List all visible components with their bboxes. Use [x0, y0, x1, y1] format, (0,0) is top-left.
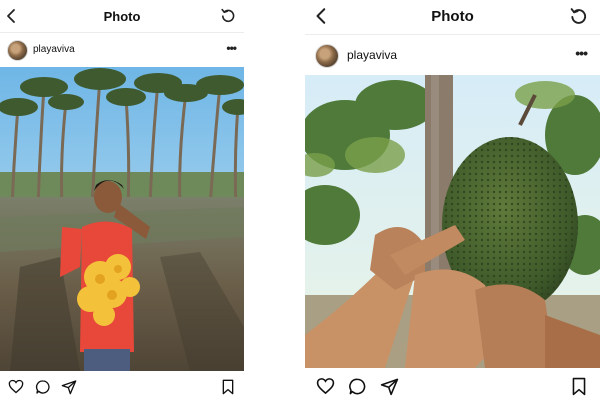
- post-panel-right: Photo playaviva •••: [305, 0, 600, 400]
- bookmark-icon[interactable]: [571, 377, 587, 396]
- post-action-bar: [0, 371, 244, 401]
- post-action-bar: [305, 368, 600, 401]
- post-photo[interactable]: [0, 67, 244, 371]
- screenshot-canvas: Photo playaviva ••• Photo playaviva •••: [0, 0, 600, 400]
- avatar[interactable]: [7, 40, 28, 61]
- comment-icon[interactable]: [35, 379, 51, 395]
- post-panel-left: Photo playaviva •••: [0, 0, 244, 400]
- post-author-row: playaviva •••: [0, 33, 244, 67]
- top-bar: Photo: [305, 0, 600, 35]
- page-title: Photo: [103, 9, 141, 24]
- heart-icon[interactable]: [8, 379, 24, 394]
- send-icon[interactable]: [380, 377, 399, 396]
- avatar[interactable]: [315, 44, 339, 68]
- refresh-icon[interactable]: [569, 6, 588, 25]
- heart-icon[interactable]: [316, 377, 335, 395]
- top-bar: Photo: [0, 0, 244, 33]
- send-icon[interactable]: [61, 379, 77, 395]
- page-title: Photo: [431, 8, 474, 25]
- comment-icon[interactable]: [348, 377, 367, 396]
- post-author-row: playaviva •••: [305, 35, 600, 75]
- username-link[interactable]: playaviva: [33, 44, 75, 55]
- bookmark-icon[interactable]: [221, 379, 235, 395]
- post-photo[interactable]: [305, 75, 600, 368]
- refresh-icon[interactable]: [220, 7, 236, 23]
- more-options-button[interactable]: •••: [226, 41, 237, 55]
- more-options-button[interactable]: •••: [575, 45, 588, 61]
- username-link[interactable]: playaviva: [347, 48, 397, 62]
